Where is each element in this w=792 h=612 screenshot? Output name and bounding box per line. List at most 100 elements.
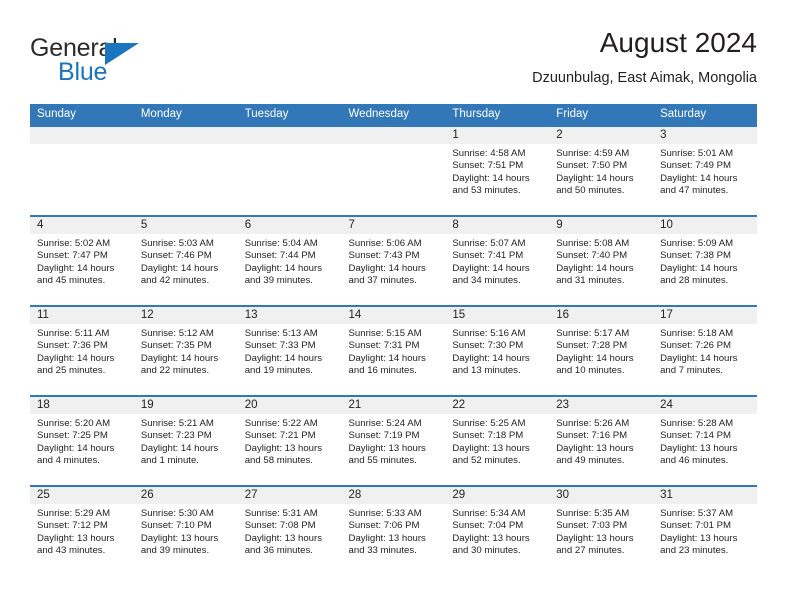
day-cell[interactable]: 16 Sunrise: 5:17 AM Sunset: 7:28 PM Dayligh… bbox=[549, 307, 654, 395]
day-cell[interactable]: 5 Sunrise: 5:03 AM Sunset: 7:46 PM Daylight… bbox=[133, 217, 238, 305]
day-cell[interactable]: 29 Sunrise: 5:34 AM Sunset: 7:04 PM Dayligh… bbox=[445, 487, 550, 575]
day-cell[interactable]: 4 Sunrise: 5:02 AM Sunset: 7:47 PM Daylight… bbox=[30, 217, 134, 305]
sunrise-text: Sunrise: 5:09 AM bbox=[660, 238, 734, 249]
page-subtitle: Dzuunbulag, East Aimak, Mongolia bbox=[532, 70, 757, 86]
calendar-cell: 11 Sunrise: 5:11 AM Sunset: 7:36 PM Dayligh… bbox=[30, 305, 134, 396]
sunset-text: Sunset: 7:35 PM bbox=[140, 340, 212, 352]
daylight-text: Daylight: 14 hours and 4 minutes. bbox=[37, 442, 115, 467]
sunrise-text: Sunrise: 5:15 AM bbox=[348, 328, 422, 339]
sunset-text: Sunset: 7:26 PM bbox=[660, 340, 731, 352]
day-details: Sunrise: 5:02 AM Sunset: 7:47 PM Daylight:… bbox=[30, 234, 134, 288]
day-cell[interactable]: 17 Sunrise: 5:18 AM Sunset: 7:26 PM Dayligh… bbox=[653, 307, 757, 395]
day-cell[interactable]: 25 Sunrise: 5:29 AM Sunset: 7:12 PM Dayligh… bbox=[30, 487, 134, 575]
daylight-text: Daylight: 13 hours and 23 minutes. bbox=[660, 532, 738, 557]
weekday-header-monday: Monday bbox=[133, 104, 238, 126]
day-cell[interactable]: 1 Sunrise: 4:58 AM Sunset: 7:51 PM Daylight… bbox=[445, 127, 550, 215]
calendar-cell: 3 Sunrise: 5:01 AM Sunset: 7:49 PM Daylight… bbox=[653, 125, 757, 216]
daylight-text: Daylight: 14 hours and 50 minutes. bbox=[556, 172, 634, 197]
sunrise-text: Sunrise: 5:01 AM bbox=[660, 148, 734, 159]
day-cell[interactable]: 31 Sunrise: 5:37 AM Sunset: 7:01 PM Dayligh… bbox=[653, 487, 757, 575]
day-cell[interactable]: 21 Sunrise: 5:24 AM Sunset: 7:19 PM Dayligh… bbox=[341, 397, 446, 485]
title-block: August 2024 Dzuunbulag, East Aimak, Mong… bbox=[532, 26, 757, 88]
sunset-text: Sunset: 7:49 PM bbox=[660, 160, 731, 172]
sunset-text: Sunset: 7:04 PM bbox=[452, 520, 524, 532]
day-cell[interactable]: 27 Sunrise: 5:31 AM Sunset: 7:08 PM Dayligh… bbox=[237, 487, 342, 575]
sunrise-text: Sunrise: 5:21 AM bbox=[140, 418, 214, 429]
sunrise-text: Sunrise: 5:30 AM bbox=[140, 508, 214, 519]
day-cell[interactable]: 20 Sunrise: 5:22 AM Sunset: 7:21 PM Dayligh… bbox=[237, 397, 342, 485]
day-cell[interactable]: 26 Sunrise: 5:30 AM Sunset: 7:10 PM Dayligh… bbox=[133, 487, 238, 575]
daylight-text: Daylight: 14 hours and 31 minutes. bbox=[556, 262, 634, 287]
day-number: 23 bbox=[549, 397, 654, 414]
day-cell[interactable]: 18 Sunrise: 5:20 AM Sunset: 7:25 PM Dayligh… bbox=[30, 397, 134, 485]
sunset-text: Sunset: 7:08 PM bbox=[244, 520, 316, 532]
day-number: 5 bbox=[133, 217, 238, 234]
weekday-header-sunday: Sunday bbox=[30, 104, 134, 126]
sunrise-text: Sunrise: 5:34 AM bbox=[452, 508, 526, 519]
day-cell[interactable]: 3 Sunrise: 5:01 AM Sunset: 7:49 PM Daylight… bbox=[653, 127, 757, 215]
day-number: 6 bbox=[237, 217, 342, 234]
sunset-text: Sunset: 7:10 PM bbox=[140, 520, 212, 532]
day-cell[interactable]: 10 Sunrise: 5:09 AM Sunset: 7:38 PM Dayligh… bbox=[653, 217, 757, 305]
day-number bbox=[341, 127, 446, 144]
sunset-text: Sunset: 7:28 PM bbox=[556, 340, 628, 352]
day-cell[interactable]: 11 Sunrise: 5:11 AM Sunset: 7:36 PM Dayligh… bbox=[30, 307, 134, 395]
day-details: Sunrise: 5:24 AM Sunset: 7:19 PM Daylight:… bbox=[342, 414, 446, 468]
day-details: Sunrise: 5:17 AM Sunset: 7:28 PM Daylight:… bbox=[549, 324, 653, 378]
day-number: 22 bbox=[445, 397, 550, 414]
day-cell[interactable]: 13 Sunrise: 5:13 AM Sunset: 7:33 PM Dayligh… bbox=[237, 307, 342, 395]
daylight-text: Daylight: 13 hours and 58 minutes. bbox=[244, 442, 323, 467]
daylight-text: Daylight: 14 hours and 16 minutes. bbox=[348, 352, 426, 377]
day-cell[interactable]: 12 Sunrise: 5:12 AM Sunset: 7:35 PM Dayligh… bbox=[133, 307, 238, 395]
day-cell[interactable]: 14 Sunrise: 5:15 AM Sunset: 7:31 PM Dayligh… bbox=[341, 307, 446, 395]
day-cell[interactable]: 7 Sunrise: 5:06 AM Sunset: 7:43 PM Daylight… bbox=[341, 217, 446, 305]
day-cell[interactable]: 22 Sunrise: 5:25 AM Sunset: 7:18 PM Dayligh… bbox=[445, 397, 550, 485]
calendar-cell: 25 Sunrise: 5:29 AM Sunset: 7:12 PM Dayligh… bbox=[30, 485, 134, 576]
calendar-cell: 2 Sunrise: 4:59 AM Sunset: 7:50 PM Daylight… bbox=[549, 125, 654, 216]
brand-logo[interactable]: General Blue bbox=[30, 34, 260, 96]
sunset-text: Sunset: 7:36 PM bbox=[37, 340, 108, 352]
day-details: Sunrise: 5:01 AM Sunset: 7:49 PM Daylight:… bbox=[653, 144, 757, 198]
day-number: 20 bbox=[237, 397, 342, 414]
day-number: 8 bbox=[445, 217, 550, 234]
day-details: Sunrise: 5:21 AM Sunset: 7:23 PM Daylight:… bbox=[134, 414, 238, 468]
sunrise-text: Sunrise: 5:37 AM bbox=[660, 508, 734, 519]
day-cell[interactable]: 2 Sunrise: 4:59 AM Sunset: 7:50 PM Daylight… bbox=[549, 127, 654, 215]
day-cell[interactable]: 15 Sunrise: 5:16 AM Sunset: 7:30 PM Dayligh… bbox=[445, 307, 550, 395]
day-number: 15 bbox=[445, 307, 550, 324]
day-details: Sunrise: 5:08 AM Sunset: 7:40 PM Daylight:… bbox=[549, 234, 653, 288]
calendar-cell: 16 Sunrise: 5:17 AM Sunset: 7:28 PM Dayligh… bbox=[549, 305, 654, 396]
day-cell[interactable]: 23 Sunrise: 5:26 AM Sunset: 7:16 PM Dayligh… bbox=[549, 397, 654, 485]
day-cell[interactable]: 19 Sunrise: 5:21 AM Sunset: 7:23 PM Dayligh… bbox=[133, 397, 238, 485]
day-details: Sunrise: 5:06 AM Sunset: 7:43 PM Daylight:… bbox=[342, 234, 446, 288]
day-number bbox=[237, 127, 342, 144]
daylight-text: Daylight: 13 hours and 39 minutes. bbox=[140, 532, 219, 557]
day-cell[interactable]: 9 Sunrise: 5:08 AM Sunset: 7:40 PM Daylight… bbox=[549, 217, 654, 305]
sunset-text: Sunset: 7:12 PM bbox=[37, 520, 108, 532]
weekday-header-saturday: Saturday bbox=[653, 104, 757, 126]
day-cell[interactable]: 24 Sunrise: 5:28 AM Sunset: 7:14 PM Dayligh… bbox=[653, 397, 757, 485]
daylight-text: Daylight: 14 hours and 37 minutes. bbox=[348, 262, 426, 287]
day-number: 7 bbox=[341, 217, 446, 234]
day-number: 1 bbox=[445, 127, 550, 144]
calendar-page: General Blue August 2024 Dzuunbulag, Eas… bbox=[0, 0, 792, 612]
sunrise-text: Sunrise: 5:08 AM bbox=[556, 238, 630, 249]
day-number: 11 bbox=[30, 307, 134, 324]
day-cell[interactable]: 30 Sunrise: 5:35 AM Sunset: 7:03 PM Dayligh… bbox=[549, 487, 654, 575]
calendar-cell: 24 Sunrise: 5:28 AM Sunset: 7:14 PM Dayligh… bbox=[653, 395, 757, 486]
day-cell[interactable]: 8 Sunrise: 5:07 AM Sunset: 7:41 PM Daylight… bbox=[445, 217, 550, 305]
sunset-text: Sunset: 7:23 PM bbox=[140, 430, 212, 442]
day-cell[interactable]: 28 Sunrise: 5:33 AM Sunset: 7:06 PM Dayligh… bbox=[341, 487, 446, 575]
daylight-text: Daylight: 14 hours and 22 minutes. bbox=[140, 352, 219, 377]
calendar-cell: 5 Sunrise: 5:03 AM Sunset: 7:46 PM Daylight… bbox=[133, 215, 238, 306]
day-number: 18 bbox=[30, 397, 134, 414]
daylight-text: Daylight: 14 hours and 1 minute. bbox=[140, 442, 219, 467]
calendar-cell: 29 Sunrise: 5:34 AM Sunset: 7:04 PM Dayligh… bbox=[445, 485, 550, 576]
day-cell[interactable]: 6 Sunrise: 5:04 AM Sunset: 7:44 PM Daylight… bbox=[237, 217, 342, 305]
day-number: 17 bbox=[653, 307, 757, 324]
calendar-cell bbox=[237, 125, 342, 216]
brand-triangle-icon bbox=[105, 43, 139, 65]
calendar-cell: 21 Sunrise: 5:24 AM Sunset: 7:19 PM Dayligh… bbox=[341, 395, 446, 486]
day-number: 26 bbox=[133, 487, 238, 504]
sunset-text: Sunset: 7:25 PM bbox=[37, 430, 108, 442]
